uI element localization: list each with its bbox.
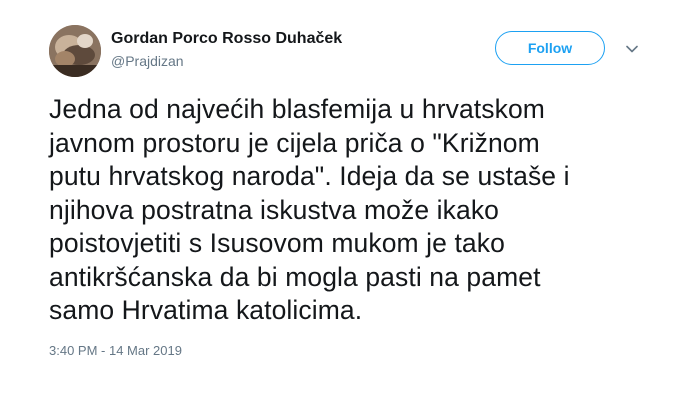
tweet-text-line: poistovjetiti s Isusovom mukom je tako	[49, 228, 505, 258]
tweet-text-line: putu hrvatskog naroda". Ideja da se usta…	[49, 161, 570, 191]
tweet-card: Gordan Porco Rosso Duhaček @Prajdizan Fo…	[0, 0, 683, 401]
chevron-down-icon[interactable]	[624, 41, 640, 57]
author-name[interactable]: Gordan Porco Rosso Duhaček	[111, 30, 342, 48]
follow-button[interactable]: Follow	[495, 31, 605, 65]
tweet-text-line: javnom prostoru je cijela priča o "Križn…	[49, 127, 540, 158]
tweet-text-line: Jedna od najvećih blasfemija u hrvatskom	[49, 94, 545, 124]
tweet-text-line: samo Hrvatima katolicima.	[49, 295, 363, 325]
tweet-text: Jedna od najvećih blasfemija u hrvatskom…	[49, 93, 649, 328]
author-handle[interactable]: @Prajdizan	[111, 53, 184, 69]
avatar[interactable]	[49, 25, 101, 77]
tweet-text-line: njihova postratna iskustva može ikako	[49, 194, 500, 225]
tweet-text-line: antikršćanska da bi mogla pasti na pamet	[49, 261, 541, 292]
tweet-timestamp[interactable]: 3:40 PM - 14 Mar 2019	[49, 343, 182, 358]
